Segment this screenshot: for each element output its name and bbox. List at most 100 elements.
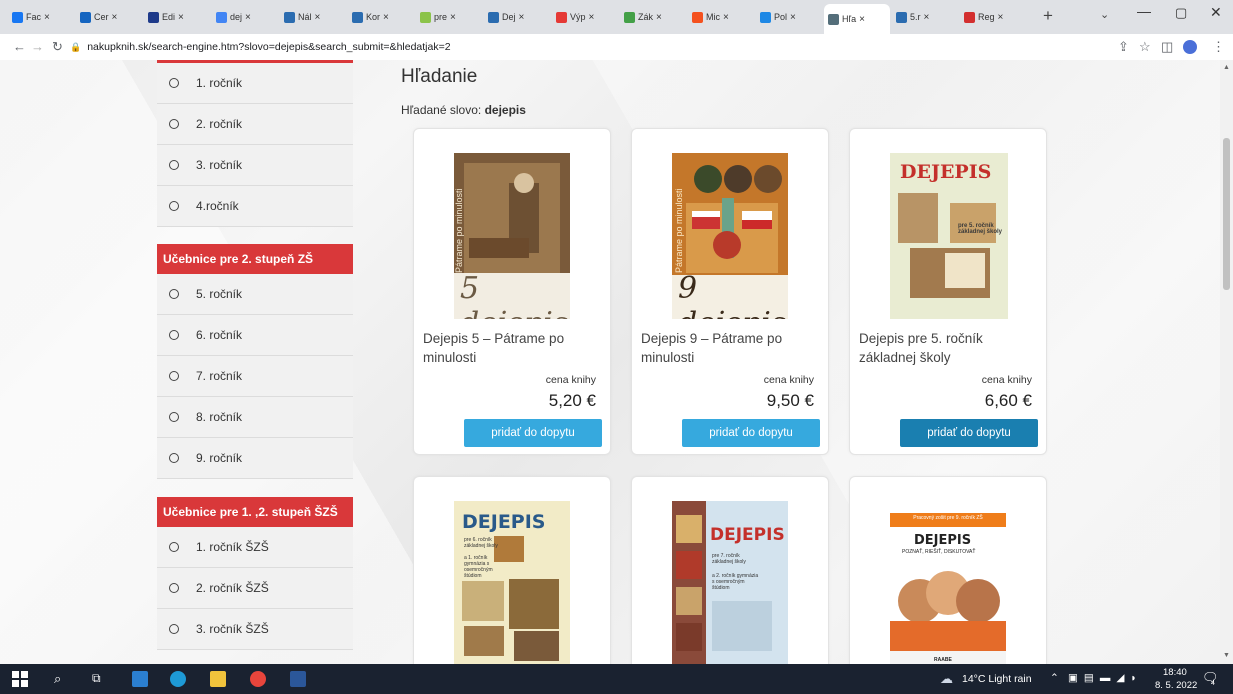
tab-search-icon[interactable]: ⌄ — [1100, 8, 1109, 21]
chrome-icon[interactable] — [250, 671, 266, 687]
close-window-icon[interactable]: ✕ — [1210, 4, 1222, 21]
cover-subtitle-2: a 2. ročník gymnázia s osemročným štúdio… — [712, 573, 759, 591]
browser-tab[interactable]: Nál × — [280, 6, 346, 28]
book-cover-image[interactable]: Pracovný zošit pre 9. ročník ZŠ DEJEPIS … — [890, 501, 1006, 664]
tab-close-icon[interactable]: × — [315, 12, 321, 23]
sidebar-item[interactable]: 7. ročník — [157, 356, 353, 397]
sidebar-item[interactable]: 5. ročník — [157, 274, 353, 315]
tab-close-icon[interactable]: × — [519, 12, 525, 23]
tray-icons[interactable]: ▣▤▬◢◗ — [1068, 672, 1143, 684]
browser-tab[interactable]: Cer × — [76, 6, 142, 28]
sidebar-item[interactable]: 4.ročník — [157, 186, 353, 227]
windows-start-icon[interactable] — [12, 671, 28, 687]
search-icon[interactable]: ⌕ — [54, 671, 70, 687]
browser-tab[interactable]: Zák × — [620, 6, 686, 28]
radio-circle-icon — [169, 289, 179, 299]
add-to-inquiry-button[interactable]: pridať do dopytu — [464, 419, 602, 447]
maximize-icon[interactable]: ▢ — [1175, 5, 1187, 21]
store-icon[interactable] — [132, 671, 148, 687]
edge-icon[interactable] — [170, 671, 186, 687]
product-card[interactable]: Pátrame po minulosti 9 dejepis Dejepis 9… — [631, 128, 829, 455]
tab-close-icon[interactable]: × — [245, 12, 251, 23]
task-view-icon[interactable]: ⧉ — [92, 671, 108, 687]
scroll-down-icon[interactable]: ▼ — [1223, 652, 1230, 659]
tab-favicon-icon — [964, 11, 975, 23]
tab-close-icon[interactable]: × — [450, 12, 456, 23]
add-to-inquiry-button[interactable]: pridať do dopytu — [682, 419, 820, 447]
sidebar-item[interactable]: 9. ročník — [157, 438, 353, 479]
new-tab-icon[interactable]: + — [1043, 6, 1053, 26]
browser-tab[interactable]: dej × — [212, 6, 278, 28]
clock-time[interactable]: 18:40 — [1163, 667, 1187, 678]
book-cover-image[interactable]: Pátrame po minulosti 9 dejepis — [672, 153, 788, 319]
sidebar-item[interactable]: 2. ročník ŠZŠ — [157, 568, 353, 609]
sidebar-item[interactable]: 3. ročník ŠZŠ — [157, 609, 353, 650]
bookmark-star-icon[interactable]: ☆ — [1139, 39, 1151, 55]
tab-close-icon[interactable]: × — [859, 14, 865, 25]
browser-tab[interactable]: Kor × — [348, 6, 414, 28]
product-card[interactable]: Pracovný zošit pre 9. ročník ZŠ DEJEPIS … — [849, 476, 1047, 664]
sidebar-item[interactable]: 2. ročník — [157, 104, 353, 145]
weather-text[interactable]: 14°C Light rain — [962, 673, 1032, 685]
browser-tab[interactable]: Výp × — [552, 6, 618, 28]
book-cover-image[interactable]: DEJEPIS pre 6. ročník základnej školy a … — [454, 501, 570, 664]
page-scrollbar[interactable]: ▲ ▼ — [1220, 60, 1233, 664]
browser-tab[interactable]: 5.r × — [892, 6, 958, 28]
address-bar[interactable]: 🔒 nakupknih.sk/search-engine.htm?slovo=d… — [70, 38, 1100, 56]
tab-close-icon[interactable]: × — [383, 12, 389, 23]
browser-tab[interactable]: Fac × — [8, 6, 74, 28]
forward-icon[interactable]: → — [31, 39, 44, 54]
product-name[interactable]: Dejepis 5 – Pátrame po minulosti — [423, 329, 603, 367]
book-cover-image[interactable]: DEJEPIS pre 7. ročník základnej školy a … — [672, 501, 788, 664]
tab-favicon-icon — [80, 11, 91, 23]
tab-close-icon[interactable]: × — [790, 12, 796, 23]
menu-icon[interactable]: ⋮ — [1212, 39, 1225, 55]
product-card[interactable]: DEJEPIS pre 6. ročník základnej školy a … — [413, 476, 611, 664]
sidebar-item[interactable]: 1. ročník — [157, 63, 353, 104]
browser-tab[interactable]: Mic × — [688, 6, 754, 28]
scrollbar-thumb[interactable] — [1223, 138, 1230, 290]
profile-avatar[interactable] — [1183, 40, 1197, 54]
tab-close-icon[interactable]: × — [723, 12, 729, 23]
browser-tab[interactable]: pre × — [416, 6, 482, 28]
reload-icon[interactable]: ↻ — [52, 39, 63, 55]
browser-tab[interactable]: Hľa × — [824, 4, 890, 34]
scroll-up-icon[interactable]: ▲ — [1223, 64, 1230, 71]
product-name[interactable]: Dejepis pre 5. ročník základnej školy — [859, 329, 1039, 367]
browser-tab[interactable]: Reg × — [960, 6, 1026, 28]
tab-close-icon[interactable]: × — [924, 12, 930, 23]
tab-close-icon[interactable]: × — [589, 12, 595, 23]
clock-date[interactable]: 8. 5. 2022 — [1155, 680, 1197, 691]
tab-close-icon[interactable]: × — [998, 12, 1004, 23]
sidebar-item[interactable]: 1. ročník ŠZŠ — [157, 527, 353, 568]
minimize-icon[interactable]: — — [1137, 3, 1151, 19]
add-to-inquiry-button[interactable]: pridať do dopytu — [900, 419, 1038, 447]
word-icon[interactable] — [290, 671, 306, 687]
product-card[interactable]: Pátrame po minulosti 5 dejepis Dejepis 5… — [413, 128, 611, 455]
tab-label: pre — [434, 12, 448, 22]
browser-tab[interactable]: Dej × — [484, 6, 550, 28]
file-explorer-icon[interactable] — [210, 671, 226, 687]
tab-label: 5.r — [910, 12, 921, 22]
tray-chevron-icon[interactable]: ⌃ — [1050, 672, 1059, 684]
browser-tab[interactable]: Edi × — [144, 6, 210, 28]
back-icon[interactable]: ← — [13, 39, 26, 54]
sidebar-item[interactable]: 6. ročník — [157, 315, 353, 356]
tab-close-icon[interactable]: × — [656, 12, 662, 23]
sidebar-item[interactable]: 3. ročník — [157, 145, 353, 186]
browser-tab[interactable]: Pol × — [756, 6, 822, 28]
book-cover-image[interactable]: Pátrame po minulosti 5 dejepis — [454, 153, 570, 319]
tab-close-icon[interactable]: × — [112, 12, 118, 23]
book-cover-image[interactable]: DEJEPIS pre 5. ročník základnej školy — [890, 153, 1008, 319]
side-panel-icon[interactable]: ◫ — [1161, 39, 1173, 55]
tab-close-icon[interactable]: × — [44, 12, 50, 23]
sidebar-item[interactable]: 8. ročník — [157, 397, 353, 438]
tab-label: Výp — [570, 12, 586, 22]
url-text[interactable]: nakupknih.sk/search-engine.htm?slovo=dej… — [87, 41, 450, 53]
product-card[interactable]: DEJEPIS pre 5. ročník základnej školy De… — [849, 128, 1047, 455]
product-card[interactable]: DEJEPIS pre 7. ročník základnej školy a … — [631, 476, 829, 664]
weather-icon[interactable]: ☁ — [940, 671, 956, 687]
share-icon[interactable]: ⇪ — [1118, 39, 1129, 55]
tab-close-icon[interactable]: × — [178, 12, 184, 23]
product-name[interactable]: Dejepis 9 – Pátrame po minulosti — [641, 329, 821, 367]
